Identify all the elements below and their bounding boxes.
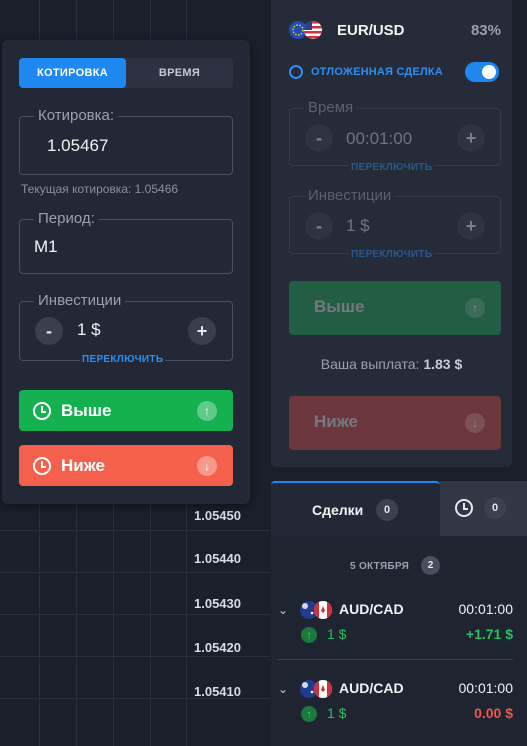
price-tick: 1.05420 (194, 640, 241, 655)
lower-button[interactable]: Ниже ↓ (289, 396, 501, 450)
deal-time: 00:01:00 (458, 680, 514, 696)
payout-label: Ваша выплата: (320, 356, 420, 372)
higher-label: Выше (61, 400, 112, 420)
quote-value[interactable]: 1.05467 (47, 136, 108, 156)
deals-panel: Сделки 0 0 5 ОКТЯБРЯ 2 ⌄ AUD/CAD 00:01:0… (271, 481, 527, 746)
investment-legend: Инвестиции (34, 292, 126, 309)
history-count-badge: 0 (484, 497, 506, 519)
price-tick: 1.05430 (194, 596, 241, 611)
arrow-down-icon: ↓ (197, 456, 217, 476)
investment-field: Инвестиции - 1 $ + (19, 292, 233, 361)
clock-icon (455, 499, 473, 517)
arrow-up-icon: ↑ (301, 706, 317, 722)
trade-panel: EUR/USD 83% ОТЛОЖЕННАЯ СДЕЛКА Время - 00… (271, 0, 512, 467)
tab-quote[interactable]: КОТИРОВКА (19, 58, 126, 88)
tab-deals-label: Сделки (312, 502, 364, 518)
chevron-down-icon[interactable]: ⌄ (278, 682, 288, 696)
investment-value[interactable]: 1 $ (346, 216, 370, 236)
mode-switch: КОТИРОВКА ВРЕМЯ (19, 58, 233, 88)
grid-line (0, 572, 270, 573)
lower-label: Ниже (61, 455, 106, 475)
arrow-up-icon: ↑ (465, 298, 485, 318)
tab-time[interactable]: ВРЕМЯ (126, 58, 233, 88)
pending-trade-row: ОТЛОЖЕННАЯ СДЕЛКА (289, 62, 499, 82)
period-value[interactable]: M1 (34, 237, 58, 257)
quote-legend: Котировка: (34, 107, 119, 124)
period-legend: Период: (34, 210, 99, 227)
minus-button[interactable]: - (305, 124, 333, 152)
payout-info: Ваша выплата: 1.83 $ (271, 356, 512, 372)
asset-selector[interactable]: EUR/USD 83% (271, 0, 512, 58)
arrow-down-icon: ↓ (465, 413, 485, 433)
ca-flag-icon (314, 680, 332, 698)
period-field[interactable]: Период: M1 (19, 210, 233, 274)
pending-trade-label: ОТЛОЖЕННАЯ СДЕЛКА (311, 66, 443, 78)
investment-value[interactable]: 1 $ (77, 320, 101, 340)
deal-time: 00:01:00 (458, 601, 514, 617)
toggle-knob (482, 65, 496, 79)
payout-percent: 83% (470, 22, 501, 39)
plus-button[interactable]: + (457, 124, 485, 152)
minus-button[interactable]: - (35, 317, 63, 345)
arrow-up-icon: ↑ (301, 627, 317, 643)
time-legend: Время (304, 99, 358, 116)
asset-name: EUR/USD (337, 22, 405, 39)
deal-item[interactable]: ⌄ AUD/CAD 00:01:00 ↑ 1 $ 0.00 $ (271, 673, 527, 733)
grid-line (0, 530, 270, 531)
pending-order-popup: КОТИРОВКА ВРЕМЯ Котировка: 1.05467 Текущ… (2, 40, 250, 504)
grid-line (0, 614, 270, 615)
deal-pair: AUD/CAD (339, 601, 404, 617)
clock-icon (289, 65, 303, 79)
switch-link[interactable]: ПЕРЕКЛЮЧИТЬ (349, 249, 435, 260)
tab-history[interactable]: 0 (440, 481, 527, 536)
current-quote-hint: Текущая котировка: 1.05466 (21, 182, 179, 196)
deal-amount: 1 $ (327, 626, 347, 642)
quote-field[interactable]: Котировка: 1.05467 (19, 107, 233, 175)
tab-deals[interactable]: Сделки 0 (271, 481, 440, 536)
price-tick: 1.05410 (194, 684, 241, 699)
deal-item[interactable]: ⌄ AUD/CAD 00:01:00 ↑ 1 $ +1.71 $ (271, 594, 527, 654)
divider (277, 659, 513, 660)
clock-icon (33, 401, 51, 420)
switch-link[interactable]: ПЕРЕКЛЮЧИТЬ (349, 162, 435, 173)
date-group-header: 5 ОКТЯБРЯ 2 (271, 556, 527, 578)
switch-link[interactable]: ПЕРЕКЛЮЧИТЬ (80, 354, 166, 365)
price-tick: 1.05440 (194, 551, 241, 566)
grid-line (0, 656, 270, 657)
deal-pair: AUD/CAD (339, 680, 404, 696)
ca-flag-icon (314, 601, 332, 619)
higher-button[interactable]: Выше ↑ (289, 281, 501, 335)
clock-icon (33, 456, 51, 475)
chevron-down-icon[interactable]: ⌄ (278, 603, 288, 617)
lower-button[interactable]: Ниже ↓ (19, 445, 233, 486)
pending-trade-toggle[interactable] (465, 62, 499, 82)
lower-label: Ниже (314, 412, 359, 431)
deals-count-badge: 0 (376, 499, 398, 521)
date-label: 5 ОКТЯБРЯ (350, 561, 410, 572)
price-tick: 1.05450 (194, 508, 241, 523)
investment-legend: Инвестиции (304, 187, 396, 204)
deal-profit: 0.00 $ (474, 705, 513, 721)
higher-button[interactable]: Выше ↑ (19, 390, 233, 431)
deal-profit: +1.71 $ (465, 626, 513, 642)
time-value[interactable]: 00:01:00 (346, 129, 412, 149)
deal-amount: 1 $ (327, 705, 347, 721)
time-field: Время - 00:01:00 + (289, 99, 501, 166)
investment-field: Инвестиции - 1 $ + (289, 187, 501, 254)
plus-button[interactable]: + (188, 317, 216, 345)
higher-label: Выше (314, 297, 365, 316)
date-count-badge: 2 (421, 556, 440, 575)
us-flag-icon (304, 21, 322, 39)
arrow-up-icon: ↑ (197, 401, 217, 421)
minus-button[interactable]: - (305, 212, 333, 240)
plus-button[interactable]: + (457, 212, 485, 240)
payout-value: 1.83 $ (423, 356, 463, 372)
